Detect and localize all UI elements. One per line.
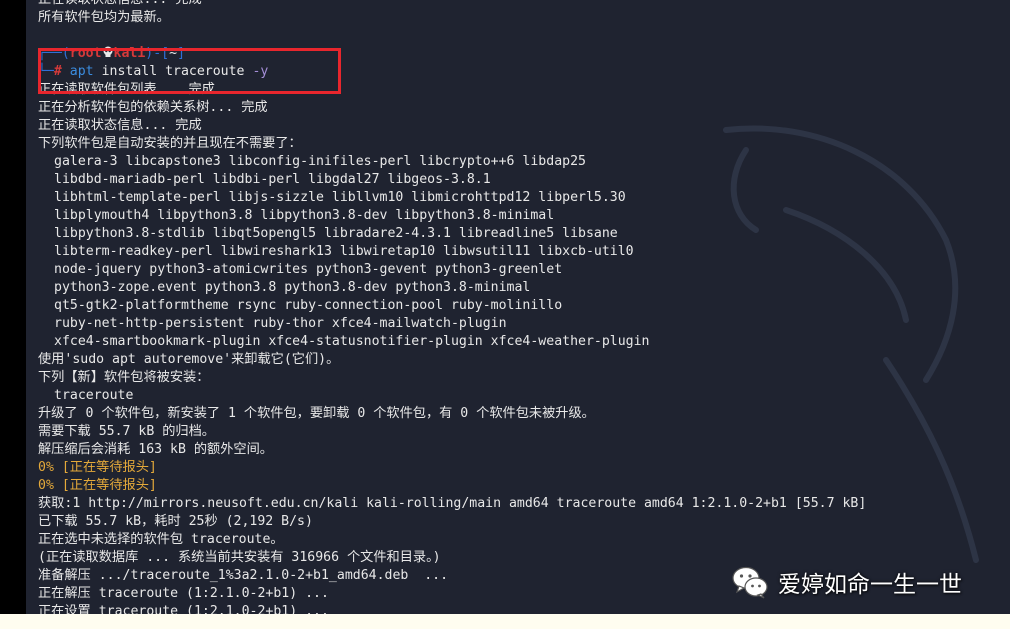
package-line: libplymouth4 libpython3.8 libpython3.8-d… xyxy=(54,208,555,223)
package-line: libdbd-mariadb-perl libdbi-perl libgdal2… xyxy=(54,172,491,187)
package-line: node-jquery python3-atomicwrites python3… xyxy=(54,262,563,277)
terminal-window[interactable]: 正在读取状态信息... 完成 所有软件包均为最新。 ┌──(rootkali)-… xyxy=(26,0,1010,614)
terminal-line: 使用'sudo apt autoremove'来卸载它(它们)。 xyxy=(38,352,340,367)
watermark: 爱婷如命一生一世 xyxy=(730,562,962,602)
progress-line: 0% [正在等待报头] xyxy=(38,460,157,475)
terminal-line: 下列软件包是自动安装的并且现在不需要了： xyxy=(38,136,302,151)
terminal-line: 已下载 55.7 kB，耗时 25秒 (2,192 B/s) xyxy=(38,514,313,529)
package-line: xfce4-smartbookmark-plugin xfce4-statusn… xyxy=(54,334,650,349)
terminal-line: 正在选中未选择的软件包 traceroute。 xyxy=(38,532,284,547)
terminal-line: 升级了 0 个软件包，新安装了 1 个软件包，要卸载 0 个软件包，有 0 个软… xyxy=(38,406,595,421)
terminal-line: 正在设置 traceroute (1:2.1.0-2+b1) ... xyxy=(38,604,329,614)
left-edge-strip xyxy=(0,0,26,614)
package-line: libterm-readkey-perl libwireshark13 libw… xyxy=(54,244,634,259)
terminal-line: 正在读取状态信息... 完成 xyxy=(38,0,866,9)
package-line: galera-3 libcapstone3 libconfig-inifiles… xyxy=(54,154,586,169)
wechat-icon xyxy=(732,566,768,599)
package-line: qt5-gtk2-platformtheme rsync ruby-connec… xyxy=(54,298,563,313)
package-line: traceroute xyxy=(54,388,134,403)
terminal-line: 正在读取状态信息... 完成 xyxy=(38,118,202,133)
bottom-edge-strip xyxy=(0,614,1010,629)
package-line: libpython3.8-stdlib libqt5opengl5 librad… xyxy=(54,226,618,241)
terminal-line: 下列【新】软件包将被安装： xyxy=(38,370,210,385)
package-line: ruby-net-http-persistent ruby-thor xfce4… xyxy=(54,316,507,331)
terminal-line: 正在分析软件包的依赖关系树... 完成 xyxy=(38,100,268,115)
terminal-line: 获取:1 http://mirrors.neusoft.edu.cn/kali … xyxy=(38,496,867,511)
command-highlight-box xyxy=(38,48,341,94)
package-line: libhtml-template-perl libjs-sizzle libll… xyxy=(54,190,626,205)
terminal-line: 所有软件包均为最新。 xyxy=(38,10,170,25)
package-line: python3-zope.event python3.8 python3.8-d… xyxy=(54,280,531,295)
watermark-text: 爱婷如命一生一世 xyxy=(778,572,962,598)
terminal-line: 需要下载 55.7 kB 的归档。 xyxy=(38,424,215,439)
progress-line: 0% [正在等待报头] xyxy=(38,478,157,493)
terminal-line: 解压缩后会消耗 163 kB 的额外空间。 xyxy=(38,442,273,457)
